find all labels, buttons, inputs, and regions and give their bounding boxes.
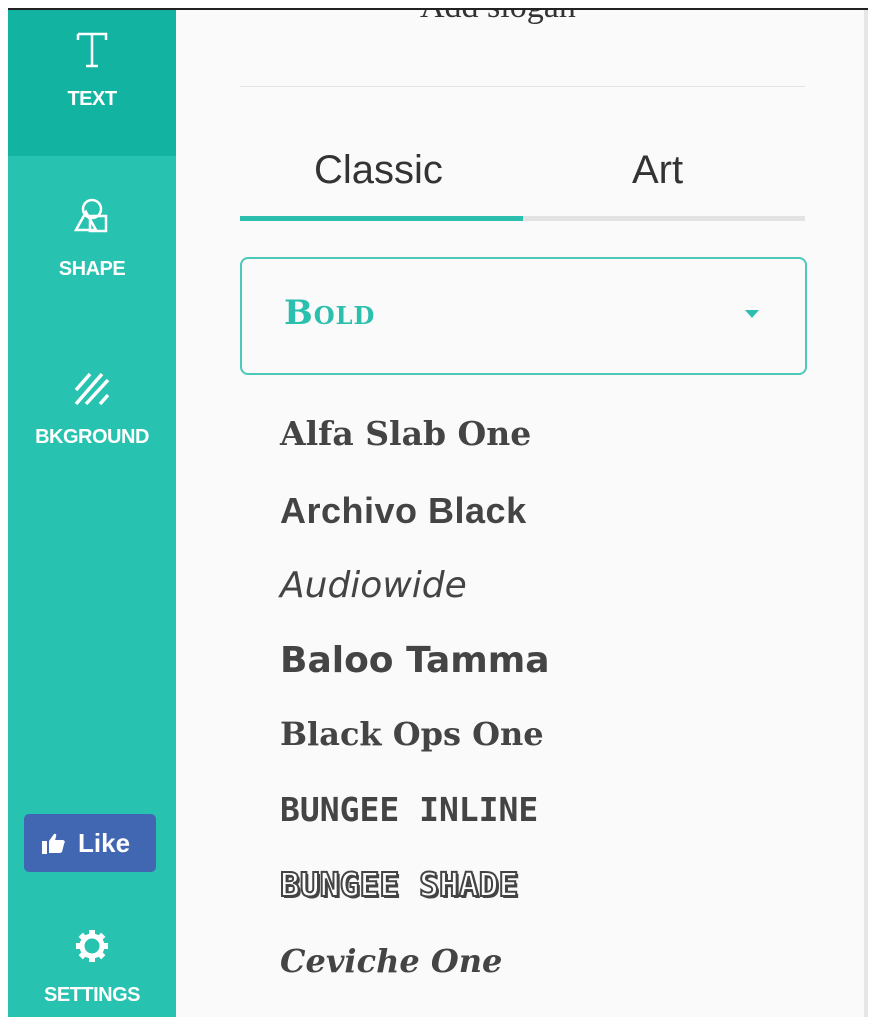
tab-active-indicator [240, 216, 523, 221]
sidebar-item-label: BKGROUND [35, 426, 149, 448]
tab-classic[interactable]: Classic [314, 148, 443, 193]
font-category-select[interactable]: Bold [240, 257, 807, 375]
tab-track [240, 216, 805, 221]
background-stripes-icon [74, 372, 110, 406]
shape-icon [73, 198, 108, 233]
font-item-bungee-shade[interactable]: Bungee Shade [279, 864, 519, 905]
text-icon [76, 32, 108, 68]
sidebar-item-settings[interactable]: SETTINGS [8, 920, 176, 1017]
category-selected-value: Bold [284, 293, 376, 333]
divider [240, 86, 805, 87]
settings-label: SETTINGS [43, 984, 141, 1006]
font-item-black-ops-one[interactable]: Black Ops One [280, 715, 544, 753]
like-label: Like [78, 828, 131, 858]
app-window: TEXT SHAPE BKGROUND Like SETTINGS Classi… [8, 8, 868, 1017]
font-item-baloo-tamma[interactable]: Baloo Tamma [280, 640, 550, 681]
chevron-down-icon [745, 310, 759, 318]
thumbs-up-icon [42, 833, 65, 854]
sidebar-item-text[interactable]: TEXT [8, 10, 176, 156]
gear-icon [76, 930, 108, 962]
font-item-bungee-inline[interactable]: Bungee Inline [280, 790, 538, 829]
font-item-alfa-slab-one[interactable]: Alfa Slab One [280, 414, 531, 453]
sidebar-item-background[interactable]: BKGROUND [8, 346, 176, 492]
sidebar-item-shape[interactable]: SHAPE [8, 178, 176, 324]
panel-scrollbar[interactable] [864, 10, 868, 1017]
facebook-like-button[interactable]: Like [24, 814, 156, 872]
sidebar: TEXT SHAPE BKGROUND Like SETTINGS [8, 10, 176, 1017]
font-item-audiowide[interactable]: Audiowide [280, 565, 467, 606]
font-item-ceviche-one[interactable]: Ceviche One [280, 942, 502, 980]
tab-art[interactable]: Art [632, 148, 683, 193]
sidebar-item-label: SHAPE [58, 258, 126, 280]
slogan-text[interactable]: Add slogan [420, 10, 576, 26]
font-item-archivo-black[interactable]: Archivo Black [280, 490, 527, 532]
sidebar-item-label: TEXT [67, 88, 117, 110]
